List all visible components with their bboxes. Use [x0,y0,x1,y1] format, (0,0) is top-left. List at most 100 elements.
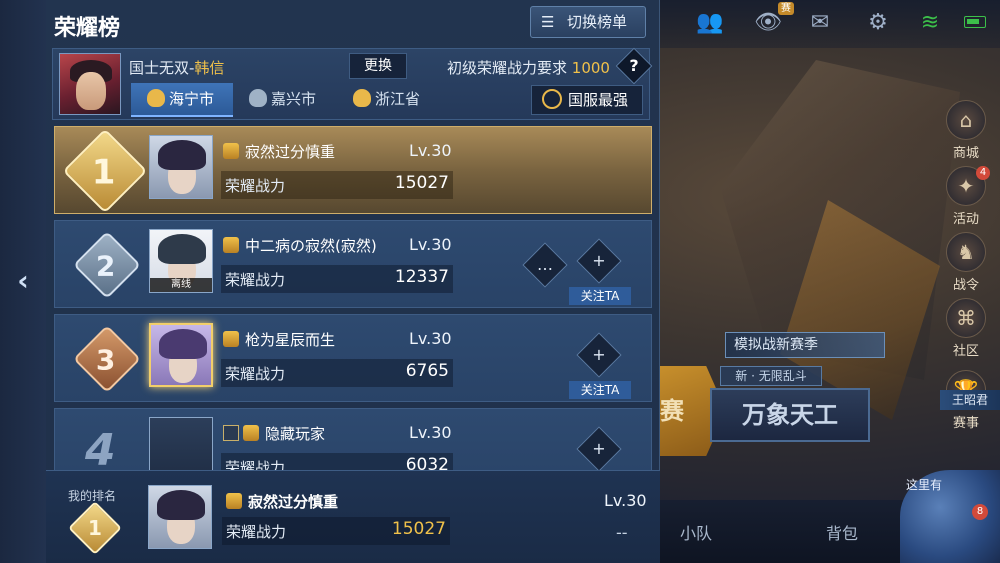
side-item-label: 战令 [952,278,979,293]
player-name: 中二病の寂然(寂然) [223,235,377,256]
mode-subtitle-2[interactable]: 新 · 无限乱斗 [720,366,822,386]
power-label: 荣耀战力 [226,523,287,541]
rank-badge-silver: 2 [73,231,141,299]
shop-icon: ⌂ [946,100,986,140]
side-item-label: 活动 [952,212,979,227]
list-icon: ☰ [541,13,555,31]
power-label: 荣耀战力 [225,365,286,383]
follow-button[interactable]: + [576,238,622,284]
rank-number: 2 [95,249,116,283]
city-badge-icon [147,89,165,107]
hero-prefix: 国士无双- [129,59,195,77]
follow-label[interactable]: 关注TA [569,287,631,305]
player-name: 寂然过分慎重 [223,141,335,162]
hero-bar: 国士无双-韩信 更换 初级荣耀战力要求 1000 ? 海宁市 嘉兴市 浙江省 国… [52,47,653,120]
province-badge-icon [353,89,371,107]
add-friend-icon: + [592,251,606,270]
player-name-text: 隐藏玩家 [265,425,326,443]
hero-name: 国士无双-韩信 [129,57,224,78]
add-friend-icon: + [592,345,606,364]
avatar[interactable] [149,323,213,387]
friends-icon[interactable]: 👥 [696,10,724,36]
power-label: 荣耀战力 [225,177,286,195]
tab-label: 嘉兴市 [271,90,317,108]
activity-badge: 4 [976,166,990,180]
tab-label: 海宁市 [169,90,215,108]
power-box: 荣耀战力 6765 [221,359,453,387]
power-value: 15027 [394,173,449,193]
side-item-shop[interactable]: ⌂ 商城 [940,100,992,166]
player-level: Lv.30 [409,423,452,442]
avatar[interactable]: 离线 [149,229,213,293]
hero-name-highlight: 韩信 [194,59,225,77]
switch-board-button[interactable]: ☰ 切换榜单 [530,6,646,38]
mode-subtitle[interactable]: 模拟战新赛季 [725,332,885,358]
follow-button[interactable]: + [576,332,622,378]
offline-status: 离线 [150,278,212,292]
battle-pass-icon: ♞ [946,232,986,272]
my-name-text: 寂然过分慎重 [248,493,339,511]
player-name: 隐藏玩家 [223,423,325,444]
side-item-label: 社区 [952,344,979,359]
player-level: Lv.30 [409,329,452,348]
hero-tag: 王昭君 [940,390,1000,410]
player-name: 枪为星辰而生 [223,329,335,350]
gear-icon[interactable]: ⚙ [864,10,892,36]
assistant-button[interactable]: 这里有 8 [900,470,1000,563]
follow-label[interactable]: 关注TA [569,381,631,399]
top-bar: 👥 👁 赛 ✉ ⚙ ≋ [660,0,1000,48]
side-item-activity[interactable]: ✦ 4 活动 [940,166,992,232]
my-power-value: 15027 [391,519,446,539]
crown-icon [226,493,242,509]
tab-haining[interactable]: 海宁市 [131,83,233,117]
side-item-battle-pass[interactable]: ♞ 战令 [940,232,992,298]
hero-portrait[interactable] [59,53,121,115]
player-level: Lv.30 [409,141,452,160]
avatar[interactable] [149,135,213,199]
help-button[interactable]: ? [615,47,653,85]
rank-row-1[interactable]: 1 寂然过分慎重 Lv.30 荣耀战力 15027 [54,126,652,214]
hero-face [76,72,106,110]
my-level: Lv.30 [604,491,647,510]
back-strip: ‹ [0,0,46,563]
assistant-text: 这里有 [906,478,943,492]
battery-icon [964,16,986,28]
wifi-icon: ≋ [920,10,940,35]
power-box: 荣耀战力 15027 [221,171,453,199]
side-menu: ⌂ 商城 ✦ 4 活动 ♞ 战令 ⌘ 社区 🏆 赛事 [940,100,992,436]
rank-row-2[interactable]: 2 离线 中二病の寂然(寂然) Lv.30 荣耀战力 12337 … + 关注T… [54,220,652,308]
back-arrow-icon[interactable]: ‹ [10,266,36,296]
power-value: 12337 [394,267,449,287]
team-button[interactable]: 小队 [680,520,712,544]
follow-button[interactable]: + [576,426,622,472]
avatar-hair [159,329,207,359]
crown-icon [243,425,259,441]
national-best-button[interactable]: 国服最强 [531,85,643,115]
my-avatar[interactable] [148,485,212,549]
side-item-community[interactable]: ⌘ 社区 [940,298,992,364]
bag-button[interactable]: 背包 [826,520,858,544]
player-name-text: 中二病の寂然(寂然) [245,237,377,255]
rank-row-3[interactable]: 3 枪为星辰而生 Lv.30 荣耀战力 6765 + 关注TA [54,314,652,402]
power-label: 荣耀战力 [225,271,286,289]
change-hero-button[interactable]: 更换 [349,53,407,79]
community-icon: ⌘ [946,298,986,338]
tab-zhejiang[interactable]: 浙江省 [353,83,433,117]
tab-jiaxing[interactable]: 嘉兴市 [249,83,329,117]
my-rank-title: 我的排名 [68,489,117,503]
rank-number: 4 [85,425,116,476]
crown-icon [223,237,239,253]
requirement-label: 初级荣耀战力要求 [447,59,568,77]
crown-icon [223,143,239,159]
leaderboard-panel: 荣耀榜 ☰ 切换榜单 国士无双-韩信 更换 初级荣耀战力要求 1000 ? 海宁市… [46,0,660,563]
power-value: 6765 [405,361,449,381]
mode-main-card[interactable]: 万象天工 [710,388,870,442]
rank-badge-bronze: 3 [73,325,141,393]
requirement-value: 1000 [571,59,610,77]
add-friend-icon: + [592,439,606,458]
player-name-text: 枪为星辰而生 [245,331,336,349]
my-name: 寂然过分慎重 [226,491,338,512]
mail-icon[interactable]: ✉ [806,10,834,36]
requirement-text: 初级荣耀战力要求 1000 [447,57,610,78]
chat-button[interactable]: … [522,242,568,288]
